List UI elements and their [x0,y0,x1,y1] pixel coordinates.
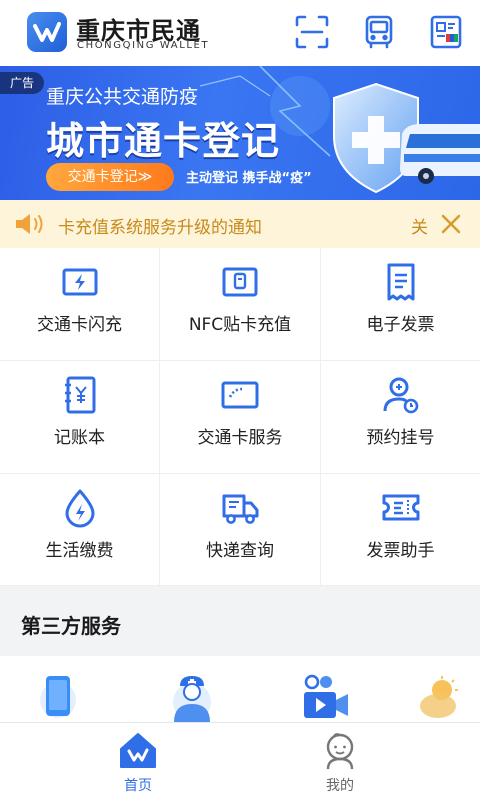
bottom-tab-bar: 首页 我的 [0,722,480,800]
service-label: NFC贴卡充值 [188,315,292,335]
delivery-truck-icon [220,488,260,528]
sun-cloud-icon[interactable] [418,676,462,722]
user-icon [320,731,360,775]
service-label: 电子发票 [366,315,435,335]
close-icon[interactable] [440,213,462,239]
service-flash-charge[interactable]: 交通卡闪充 [0,248,160,361]
banner-note: 主动登记 携手战“疫” [186,171,312,186]
service-grid: 交通卡闪充 NFC贴卡充值 电子发票 记账本 交通卡服务 预约挂号 生活缴费 快… [0,248,480,586]
section-title: 第三方服务 [21,614,121,638]
ledger-book-icon [60,375,100,415]
transit-card-service-icon [220,375,260,415]
e-invoice-icon [381,262,421,302]
home-icon [118,731,158,775]
top-bar: 重庆市民通 CHONGQING WALLET [0,0,480,66]
service-appointment[interactable]: 预约挂号 [321,361,480,474]
service-label: 记账本 [54,428,105,448]
scan-icon[interactable] [294,14,330,50]
service-label: 预约挂号 [366,428,435,448]
promo-banner[interactable]: 广告 重庆公共交通防疫 城市通卡登记 交通卡登记≫ 主动登记 携手战“疫” [0,66,480,200]
utility-drop-icon [60,488,100,528]
banner-subtitle: 重庆公共交通防疫 [46,86,199,108]
nfc-card-icon [220,262,260,302]
card-register-button[interactable]: 交通卡登记≫ [46,163,174,191]
service-ledger[interactable]: 记账本 [0,361,160,474]
service-label: 交通卡服务 [197,428,283,448]
service-label: 交通卡闪充 [37,315,122,335]
doctor-appointment-icon [381,375,421,415]
video-camera-icon[interactable] [302,674,350,722]
service-label: 生活缴费 [45,541,114,561]
notice-text[interactable]: 卡充值系统服务升级的通知 [58,213,262,238]
tab-mine[interactable]: 我的 [220,723,460,800]
service-label: 快递查询 [206,541,274,561]
service-utility[interactable]: 生活缴费 [0,474,160,586]
service-label: 发票助手 [366,541,435,561]
banner-title: 城市通卡登记 [46,119,281,163]
service-e-invoice[interactable]: 电子发票 [321,248,480,361]
service-nfc[interactable]: NFC贴卡充值 [160,248,321,361]
app-logo-icon [27,12,67,52]
notice-close-label[interactable]: 关 [411,213,428,238]
third-party-row [0,656,480,722]
nurse-icon[interactable] [170,674,214,722]
brand-name-en: CHONGQING WALLET [77,40,210,51]
bus-illustration-icon [396,118,480,192]
service-delivery[interactable]: 快递查询 [160,474,321,586]
unionpay-card-icon[interactable] [428,14,464,50]
tab-mine-label: 我的 [326,778,354,794]
phone-icon[interactable] [38,674,78,722]
flash-charge-card-icon [60,262,100,302]
notice-bar[interactable]: 卡充值系统服务升级的通知 关 [0,200,480,248]
service-transit-card[interactable]: 交通卡服务 [160,361,321,474]
bus-icon[interactable] [361,14,397,50]
invoice-ticket-icon [381,488,421,528]
third-party-header: 第三方服务 [0,586,480,656]
speaker-icon [14,212,48,240]
service-invoice-helper[interactable]: 发票助手 [321,474,480,586]
ad-tag: 广告 [0,72,44,94]
